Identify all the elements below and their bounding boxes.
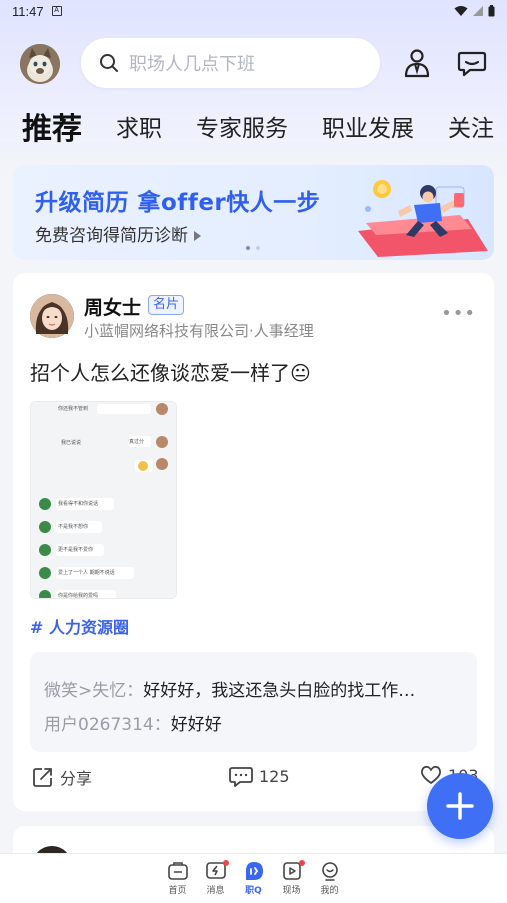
comment-text: 好好好，我这还急头白脸的找工作… (143, 681, 416, 701)
author-portrait-icon (30, 294, 74, 338)
status-time: 11:47 (12, 3, 44, 19)
category-tabs: 推荐 求职 专家服务 职业发展 关注 (22, 104, 507, 148)
share-label: 分享 (60, 769, 93, 788)
wifi-icon (454, 6, 468, 16)
nav-profile[interactable]: 我的 (311, 854, 349, 903)
chat-line: 真过分 (129, 439, 145, 445)
comment-item: 微笑>失忆：好好好，我这还急头白脸的找工作… (44, 676, 415, 701)
nav-zhiq[interactable]: 职Q (235, 854, 273, 903)
chat-line: 不是我不想你 (58, 524, 89, 530)
tab-following[interactable]: 关注 (448, 109, 494, 143)
nav-zhiq-label: 职Q (245, 886, 262, 896)
post-image[interactable]: 你还我不管到 我已说说 真过分 我看得不和你说话 不是我不想你 更不是我不爱你 … (30, 401, 177, 599)
comment-user: 微笑>失忆： (44, 681, 144, 701)
tab-job-search[interactable]: 求职 (116, 109, 162, 143)
namecard-badge[interactable]: 名片 (148, 295, 185, 315)
post-text: 招个人怎么还像谈恋爱一样了😐 (30, 361, 311, 385)
notification-a-icon: A (51, 6, 62, 16)
share-icon (33, 768, 52, 787)
comment-user: 用户0267314： (44, 715, 171, 735)
career-coach-icon[interactable] (401, 47, 433, 79)
post-actions: 分享 125 103 (30, 765, 479, 795)
banner-subtitle-text: 免费咨询得简历诊断 (35, 226, 188, 246)
author-name[interactable]: 周女士 (84, 293, 141, 320)
search-icon (100, 54, 118, 72)
comment-button[interactable]: 125 (229, 765, 290, 787)
search-placeholder: 职场人几点下班 (129, 54, 255, 75)
banner-title: 升级简历 拿offer快人一步 (35, 190, 321, 216)
cat-avatar-icon (20, 44, 60, 84)
post-card[interactable]: 周女士 名片 小蓝帽网络科技有限公司·人事经理 ••• 招个人怎么还像谈恋爱一样… (13, 273, 494, 811)
nav-messages[interactable]: 消息 (197, 854, 235, 903)
signal-icon (473, 6, 483, 16)
topic-tag[interactable]: # 人力资源圈 (30, 614, 129, 638)
plus-icon (446, 792, 474, 820)
status-icons (454, 5, 495, 17)
runner-illustration-icon (358, 180, 488, 257)
battery-icon (488, 5, 495, 17)
chat-line: 我已说说 (61, 440, 82, 446)
search-bar[interactable]: 职场人几点下班 (81, 38, 380, 88)
nav-live[interactable]: 现场 (273, 854, 311, 903)
top-header: 职场人几点下班 (0, 36, 507, 90)
chat-line: 我看得不和你说话 (58, 501, 99, 507)
live-notification-dot (298, 860, 305, 866)
nav-home[interactable]: 首页 (159, 854, 197, 903)
home-icon (167, 862, 188, 880)
nav-messages-label: 消息 (206, 886, 225, 896)
tab-expert-service[interactable]: 专家服务 (196, 109, 288, 143)
banner-pagination (246, 246, 260, 250)
comment-icon (229, 767, 253, 787)
message-notification-dot (222, 860, 229, 866)
chat-line: 你还我不管到 (58, 406, 89, 412)
author-company-title: 小蓝帽网络科技有限公司·人事经理 (84, 322, 314, 340)
banner-subtitle: 免费咨询得简历诊断 (35, 221, 201, 246)
user-avatar[interactable] (20, 44, 60, 84)
chat-line: 你是你给我的爱吗 (58, 593, 99, 599)
nav-home-label: 首页 (168, 886, 187, 896)
tab-recommend[interactable]: 推荐 (22, 104, 82, 148)
comment-count: 125 (259, 766, 290, 786)
tab-career-development[interactable]: 职业发展 (322, 109, 414, 143)
profile-icon (321, 862, 338, 881)
bottom-navigation: 首页 消息 职Q 现场 我的 (0, 853, 507, 903)
zhiq-icon (245, 862, 263, 880)
promo-banner[interactable]: 升级简历 拿offer快人一步 免费咨询得简历诊断 (13, 165, 494, 260)
status-bar: 11:47 A (0, 0, 507, 22)
header-background (0, 0, 507, 180)
create-post-button[interactable] (427, 773, 493, 839)
play-arrow-icon (194, 231, 201, 241)
author-avatar[interactable] (30, 294, 74, 338)
more-options-icon[interactable]: ••• (441, 303, 476, 324)
comment-preview[interactable]: 微笑>失忆：好好好，我这还急头白脸的找工作… 用户0267314：好好好 (30, 652, 477, 752)
comment-text: 好好好 (170, 715, 222, 735)
nav-profile-label: 我的 (320, 886, 339, 896)
share-button[interactable]: 分享 (32, 765, 92, 789)
chat-message-icon[interactable] (456, 47, 488, 79)
chat-line: 更不是我不爱你 (58, 547, 94, 553)
comment-item: 用户0267314：好好好 (44, 710, 222, 735)
nav-live-label: 现场 (282, 886, 301, 896)
chat-line: 爱上了一个人 期期不说话 (58, 570, 115, 576)
